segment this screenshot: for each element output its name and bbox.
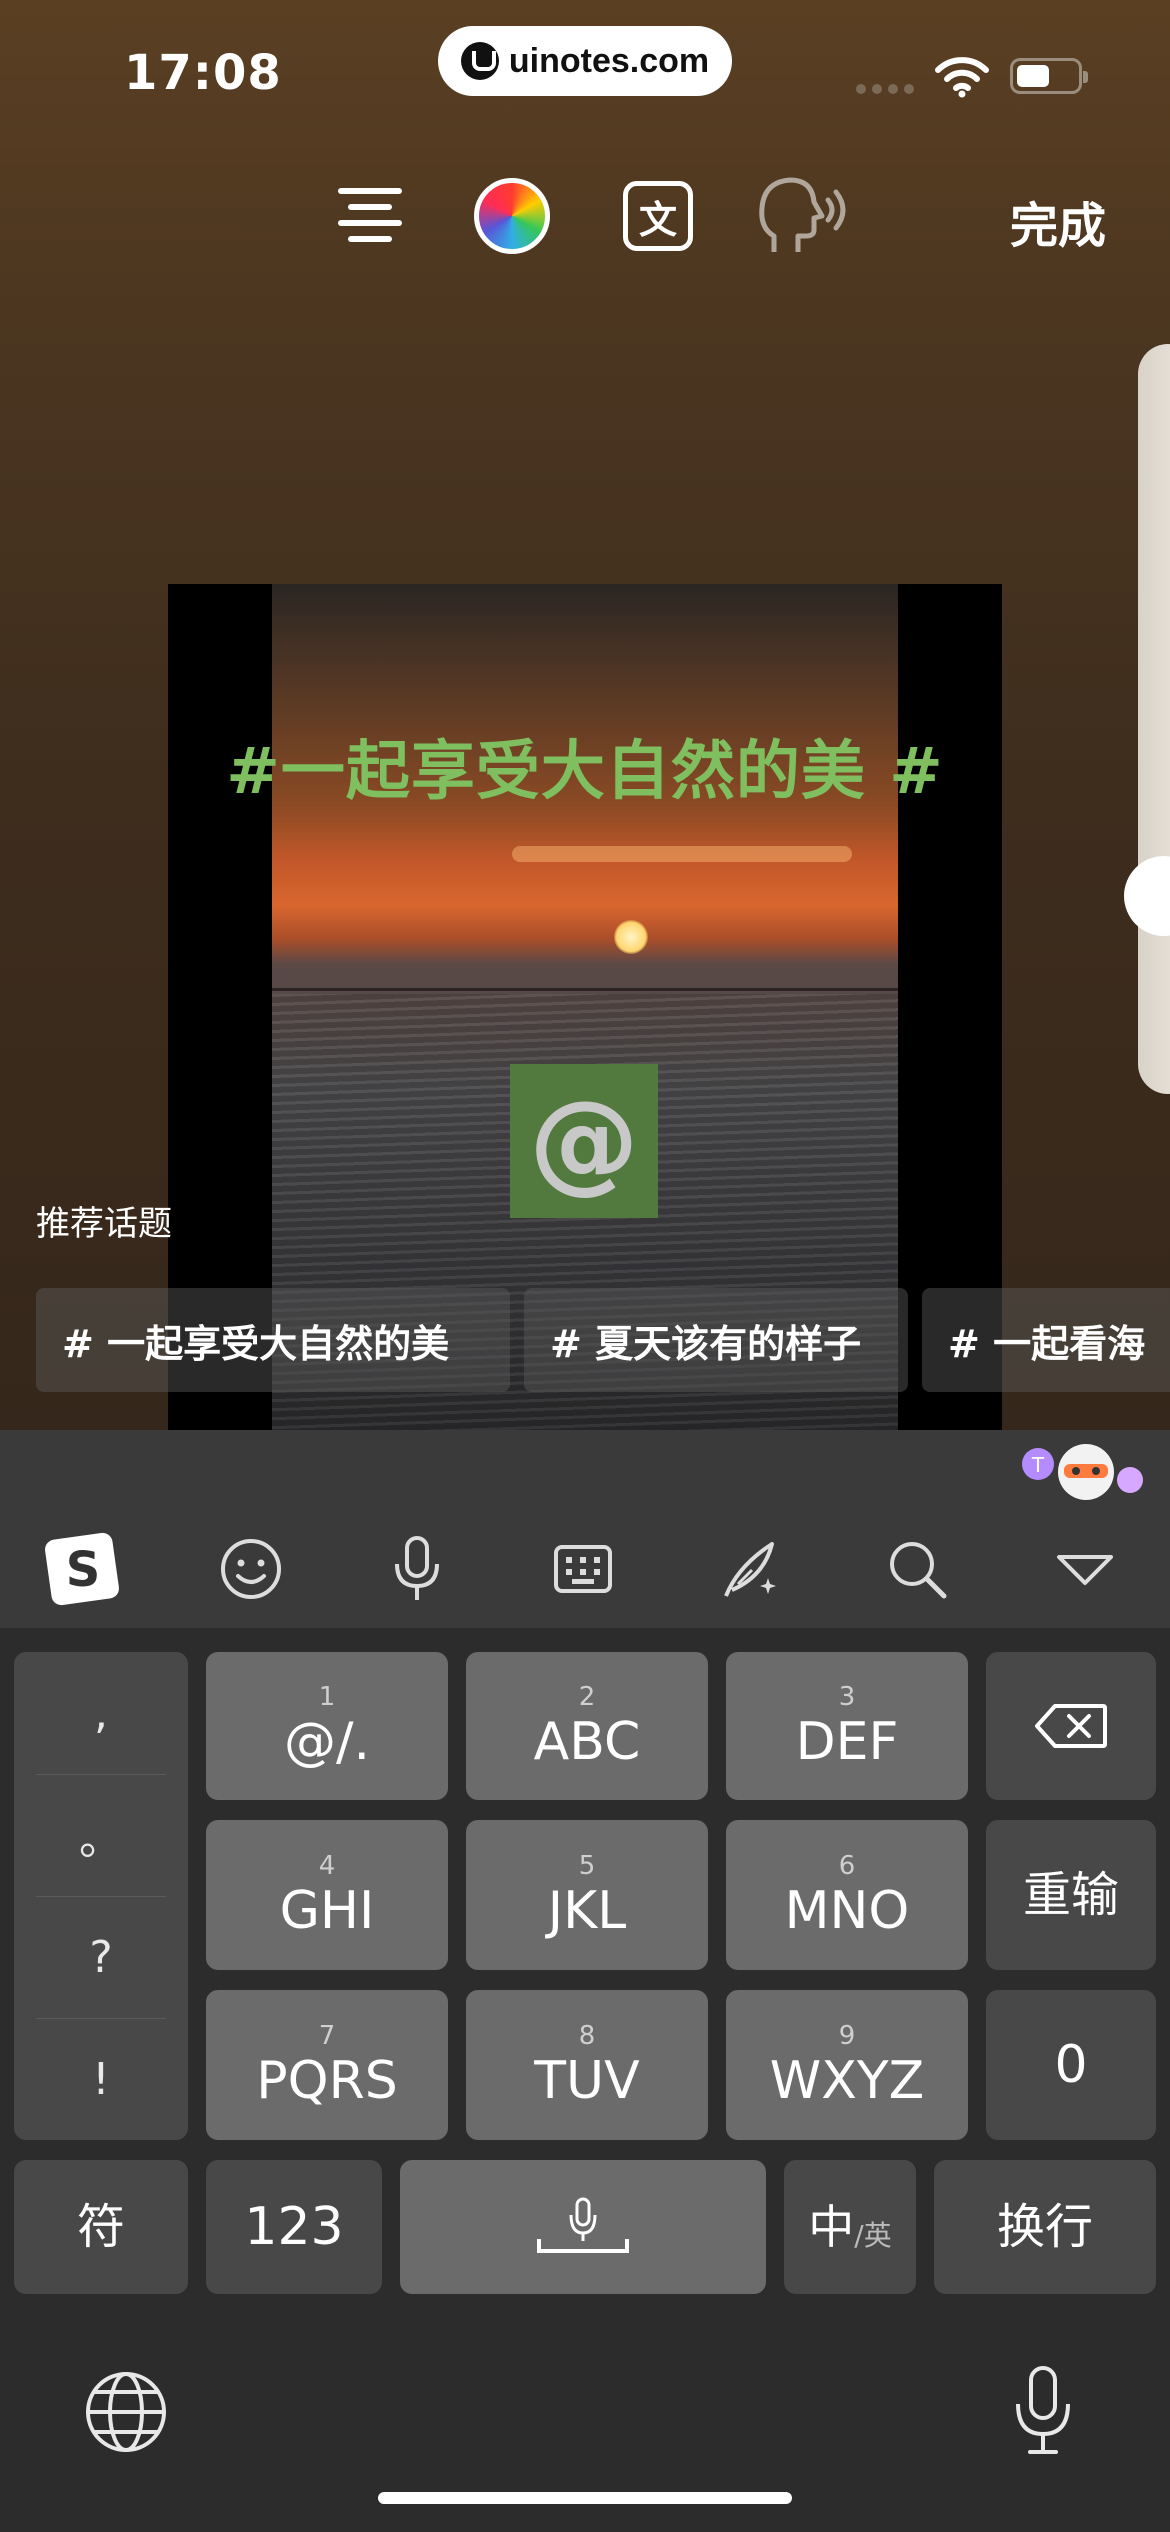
- key-0[interactable]: 0: [986, 1990, 1156, 2140]
- key-6[interactable]: 6 MNO: [726, 1820, 968, 1970]
- backspace-icon: [1035, 1704, 1107, 1748]
- punct-key[interactable]: !: [14, 2018, 188, 2140]
- status-time: 17:08: [124, 45, 282, 101]
- key-8[interactable]: 8 TUV: [466, 1990, 708, 2140]
- uinotes-logo-icon: [460, 42, 499, 80]
- microphone-icon[interactable]: [372, 1524, 462, 1614]
- url-text: uinotes.com: [508, 41, 710, 80]
- topic-chip[interactable]: # 夏天该有的样子: [524, 1288, 908, 1392]
- battery-icon: [1010, 58, 1088, 94]
- wifi-icon: [935, 57, 989, 98]
- color-picker-icon[interactable]: [472, 176, 552, 256]
- punct-key[interactable]: 。: [14, 1774, 188, 1896]
- symbol-key[interactable]: 符: [14, 2160, 188, 2294]
- search-icon[interactable]: [872, 1524, 962, 1614]
- key-3[interactable]: 3 DEF: [726, 1652, 968, 1800]
- cellular-signal-icon: [856, 84, 914, 94]
- enter-key[interactable]: 换行: [934, 2160, 1156, 2294]
- punctuation-column[interactable]: , 。 ? !: [14, 1652, 188, 2140]
- keyboard-icon[interactable]: [538, 1524, 628, 1614]
- punct-key[interactable]: ,: [14, 1652, 188, 1774]
- punct-key[interactable]: ?: [14, 1896, 188, 2018]
- keyboard-mascot-icon[interactable]: T: [1020, 1436, 1146, 1502]
- key-5[interactable]: 5 JKL: [466, 1820, 708, 1970]
- sogou-logo-icon[interactable]: S: [38, 1524, 128, 1614]
- numeric-key[interactable]: 123: [206, 2160, 382, 2294]
- key-9[interactable]: 9 WXYZ: [726, 1990, 968, 2140]
- home-indicator: [378, 2492, 792, 2504]
- dictation-microphone-icon[interactable]: [1010, 2364, 1076, 2458]
- language-switch-key[interactable]: 中 /英: [784, 2160, 916, 2294]
- svg-text:S: S: [66, 1542, 101, 1598]
- globe-icon[interactable]: [84, 2370, 168, 2454]
- key-2[interactable]: 2 ABC: [466, 1652, 708, 1800]
- space-key[interactable]: [400, 2160, 766, 2294]
- emoji-icon[interactable]: [206, 1524, 296, 1614]
- space-microphone-icon: [537, 2197, 629, 2253]
- translate-icon[interactable]: 文: [620, 176, 696, 256]
- backspace-key[interactable]: [986, 1652, 1156, 1800]
- text-to-speech-icon[interactable]: [752, 176, 852, 256]
- done-button[interactable]: 完成: [1010, 186, 1106, 256]
- reinput-key[interactable]: 重输: [986, 1820, 1156, 1970]
- mention-sticker[interactable]: @: [510, 1064, 658, 1218]
- topic-chip[interactable]: # 一起享受大自然的美: [36, 1288, 510, 1392]
- size-slider-track[interactable]: [1138, 344, 1170, 1094]
- recommended-topics-title: 推荐话题: [36, 1204, 172, 1244]
- url-pill[interactable]: uinotes.com: [438, 26, 732, 96]
- topic-chip[interactable]: # 一起看海: [922, 1288, 1170, 1392]
- key-7[interactable]: 7 PQRS: [206, 1990, 448, 2140]
- key-4[interactable]: 4 GHI: [206, 1820, 448, 1970]
- handwriting-pen-icon[interactable]: [706, 1524, 796, 1614]
- collapse-keyboard-icon[interactable]: [1040, 1524, 1130, 1614]
- svg-text:T: T: [1031, 1453, 1045, 1477]
- text-align-icon[interactable]: [332, 176, 408, 256]
- key-1[interactable]: 1 @/.: [206, 1652, 448, 1800]
- hashtag-text-sticker[interactable]: #一起享受大自然的美 #: [0, 720, 1170, 812]
